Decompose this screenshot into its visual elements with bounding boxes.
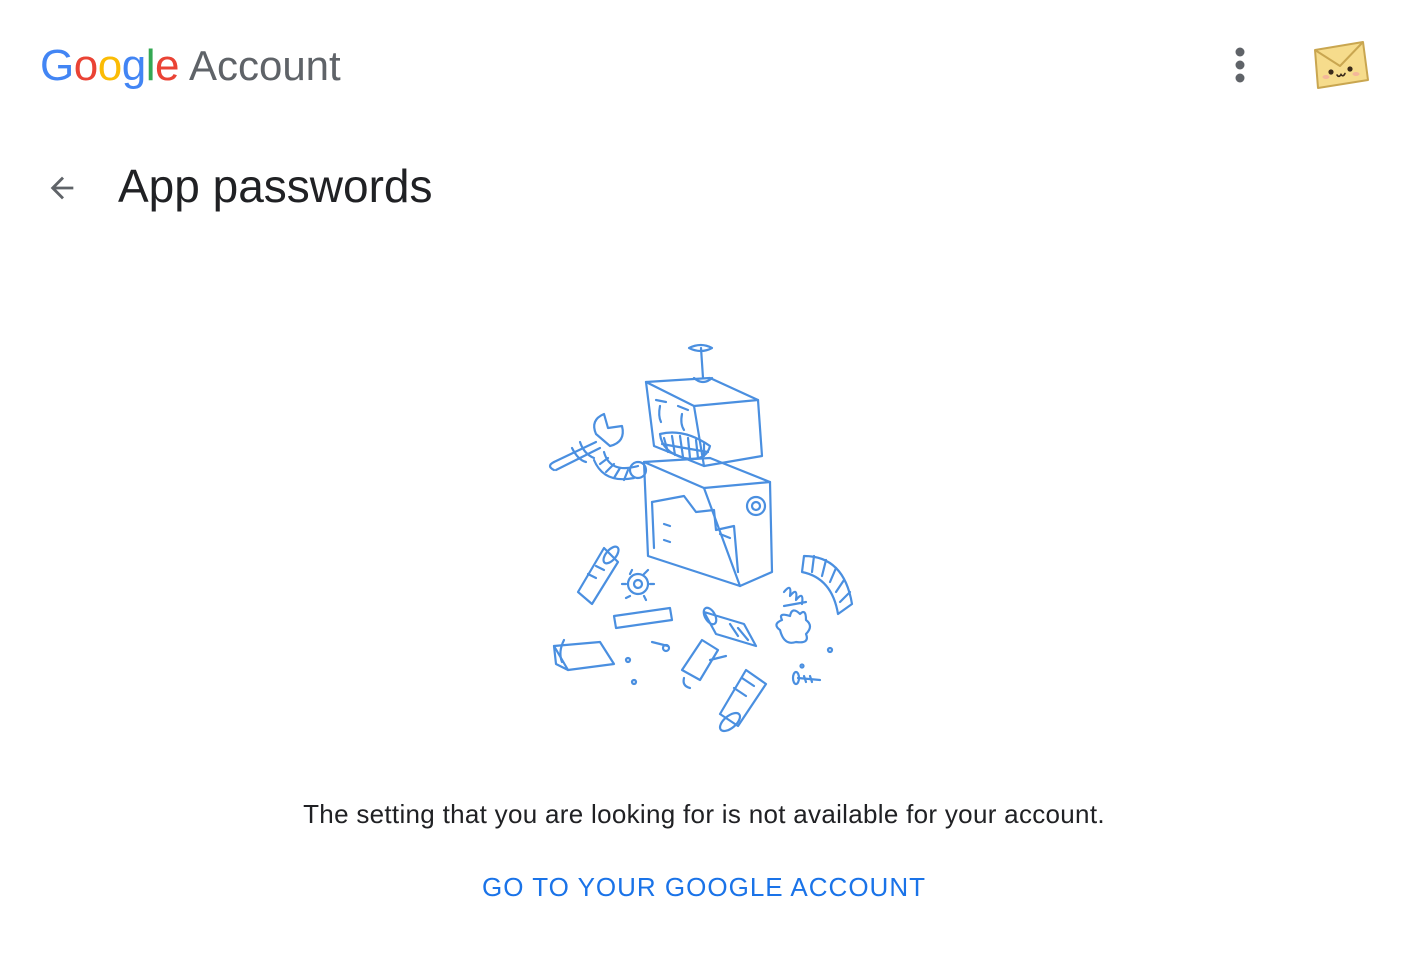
more-options-button[interactable] xyxy=(1216,41,1264,89)
brand-product-label: Account xyxy=(188,42,341,89)
unavailable-message: The setting that you are looking for is … xyxy=(303,799,1105,829)
google-wordmark: Google xyxy=(40,41,179,90)
broken-robot-illustration xyxy=(534,334,874,744)
page-title: App passwords xyxy=(118,160,433,212)
account-avatar[interactable] xyxy=(1306,36,1374,94)
top-app-bar: Google Account xyxy=(0,0,1408,130)
back-button[interactable] xyxy=(34,160,90,216)
google-account-logo[interactable]: Google Account xyxy=(40,38,341,94)
page-header: App passwords xyxy=(0,150,1408,220)
more-vert-icon xyxy=(1235,47,1245,83)
envelope-avatar-icon xyxy=(1314,41,1369,89)
go-to-google-account-link[interactable]: GO TO YOUR GOOGLE ACCOUNT xyxy=(480,864,928,910)
arrow-back-icon xyxy=(50,176,74,200)
